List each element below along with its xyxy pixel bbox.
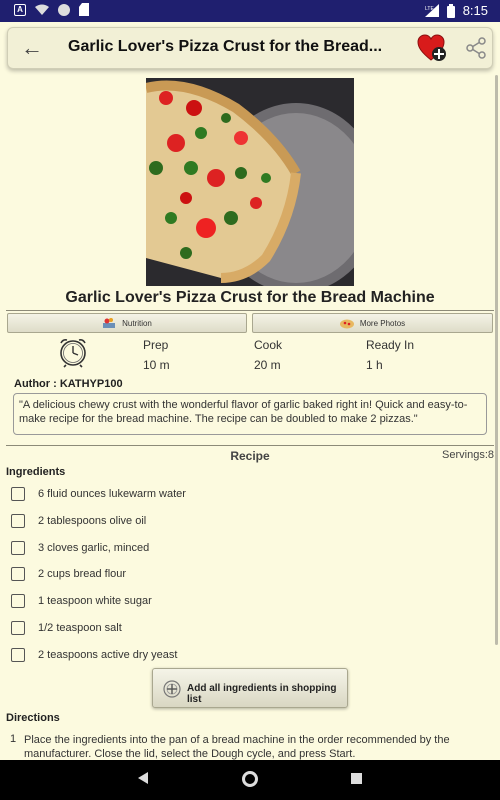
ingredient-checkbox[interactable]	[11, 540, 25, 555]
nav-recents-icon[interactable]	[351, 773, 362, 784]
ready-in-value: 1 h	[366, 358, 383, 372]
scrollbar[interactable]	[495, 75, 498, 645]
ingredient-text: 6 fluid ounces lukewarm water	[38, 488, 186, 500]
status-right-icons: LTE 8:15	[424, 3, 488, 18]
nav-back-icon[interactable]	[138, 772, 148, 784]
title-divider	[6, 310, 494, 311]
ingredient-text: 1/2 teaspoon salt	[38, 621, 122, 634]
cook-time: Cook 20 m	[254, 338, 282, 372]
signal-icon: LTE	[424, 4, 439, 17]
ingredient-checkbox[interactable]	[11, 487, 25, 501]
add-circle-icon	[163, 680, 181, 698]
ingredient-text: 1 teaspoon white sugar	[38, 595, 152, 608]
app-bar-title: Garlic Lover's Pizza Crust for the Bread…	[68, 38, 383, 55]
back-arrow-icon[interactable]: ←	[20, 37, 44, 61]
status-time: 8:15	[462, 3, 488, 18]
app-bar: ← Garlic Lover's Pizza Crust for the Bre…	[7, 27, 493, 69]
ingredient-item[interactable]: 1 teaspoon white sugar	[0, 588, 500, 615]
ingredient-item[interactable]: 2 tablespoons olive oil	[0, 508, 500, 535]
ingredient-text: 2 cups bread flour	[38, 568, 127, 581]
share-icon[interactable]	[464, 36, 488, 60]
cook-label: Cook	[254, 338, 283, 352]
description-box: "A delicious chewy crust with the wonder…	[13, 393, 487, 435]
directions-header: Directions	[6, 712, 60, 724]
prep-time: Prep 10 m	[143, 338, 170, 372]
ingredients-list: 6 fluid ounces lukewarm water 2 tablespo…	[0, 481, 500, 669]
ingredient-text: 3 cloves garlic, minced	[38, 541, 150, 554]
pizza-photo-icon	[339, 319, 354, 329]
ingredient-checkbox[interactable]	[11, 567, 25, 582]
ingredient-checkbox[interactable]	[11, 647, 25, 662]
ingredient-checkbox[interactable]	[11, 513, 25, 528]
a-notification-icon: A	[14, 3, 26, 16]
ready-in-time: Ready In 1 h	[366, 338, 414, 372]
circle-icon	[58, 3, 70, 16]
add-to-shopping-list-label: Add all ingredients in shopping list	[187, 683, 337, 705]
nutrition-label: Nutrition	[122, 318, 152, 328]
author[interactable]: Author : KATHYP100	[14, 378, 123, 390]
direction-step-number: 1	[10, 733, 17, 745]
ingredient-text: 2 tablespoons olive oil	[38, 514, 147, 527]
ingredient-item[interactable]: 3 cloves garlic, minced	[0, 535, 500, 562]
add-to-shopping-list-button[interactable]: Add all ingredients in shopping list	[152, 668, 348, 708]
direction-step-text: Place the ingredients into the pan of a …	[24, 734, 450, 760]
ingredient-item[interactable]: 6 fluid ounces lukewarm water	[0, 481, 500, 508]
ingredient-item[interactable]: 2 cups bread flour	[0, 561, 500, 588]
more-photos-label: More Photos	[359, 318, 406, 328]
svg-text:LTE: LTE	[425, 6, 434, 12]
recipe-photo[interactable]	[146, 78, 354, 286]
add-favorite-heart-icon[interactable]	[417, 34, 447, 62]
recipe-divider	[6, 445, 494, 446]
status-bar: A LTE 8:15	[0, 0, 500, 22]
ingredient-checkbox[interactable]	[11, 620, 25, 635]
alarm-clock-icon	[60, 339, 86, 368]
recipe-section-header: Recipe	[230, 449, 270, 463]
battery-icon	[446, 3, 455, 18]
recipe-title: Garlic Lover's Pizza Crust for the Bread…	[65, 289, 435, 306]
system-nav-bar	[0, 760, 500, 800]
cook-value: 20 m	[254, 358, 281, 372]
prep-label: Prep	[143, 338, 169, 352]
prep-value: 10 m	[143, 358, 170, 372]
status-left-icons: A	[14, 3, 89, 16]
ingredient-text: 2 teaspoons active dry yeast	[38, 648, 178, 661]
ingredient-item[interactable]: 2 teaspoons active dry yeast	[0, 642, 500, 669]
wifi-icon	[35, 4, 49, 15]
sd-card-icon	[79, 3, 89, 16]
ingredient-item[interactable]: 1/2 teaspoon salt	[0, 615, 500, 642]
more-photos-button[interactable]: More Photos	[252, 313, 493, 333]
ingredients-header: Ingredients	[6, 466, 66, 478]
servings[interactable]: Servings:8	[442, 449, 494, 461]
nav-home-icon[interactable]	[242, 771, 258, 787]
nutrition-button[interactable]: Nutrition	[7, 313, 247, 333]
nutrition-scale-icon	[103, 318, 116, 328]
ingredient-checkbox[interactable]	[11, 594, 25, 609]
ready-in-label: Ready In	[366, 338, 415, 352]
